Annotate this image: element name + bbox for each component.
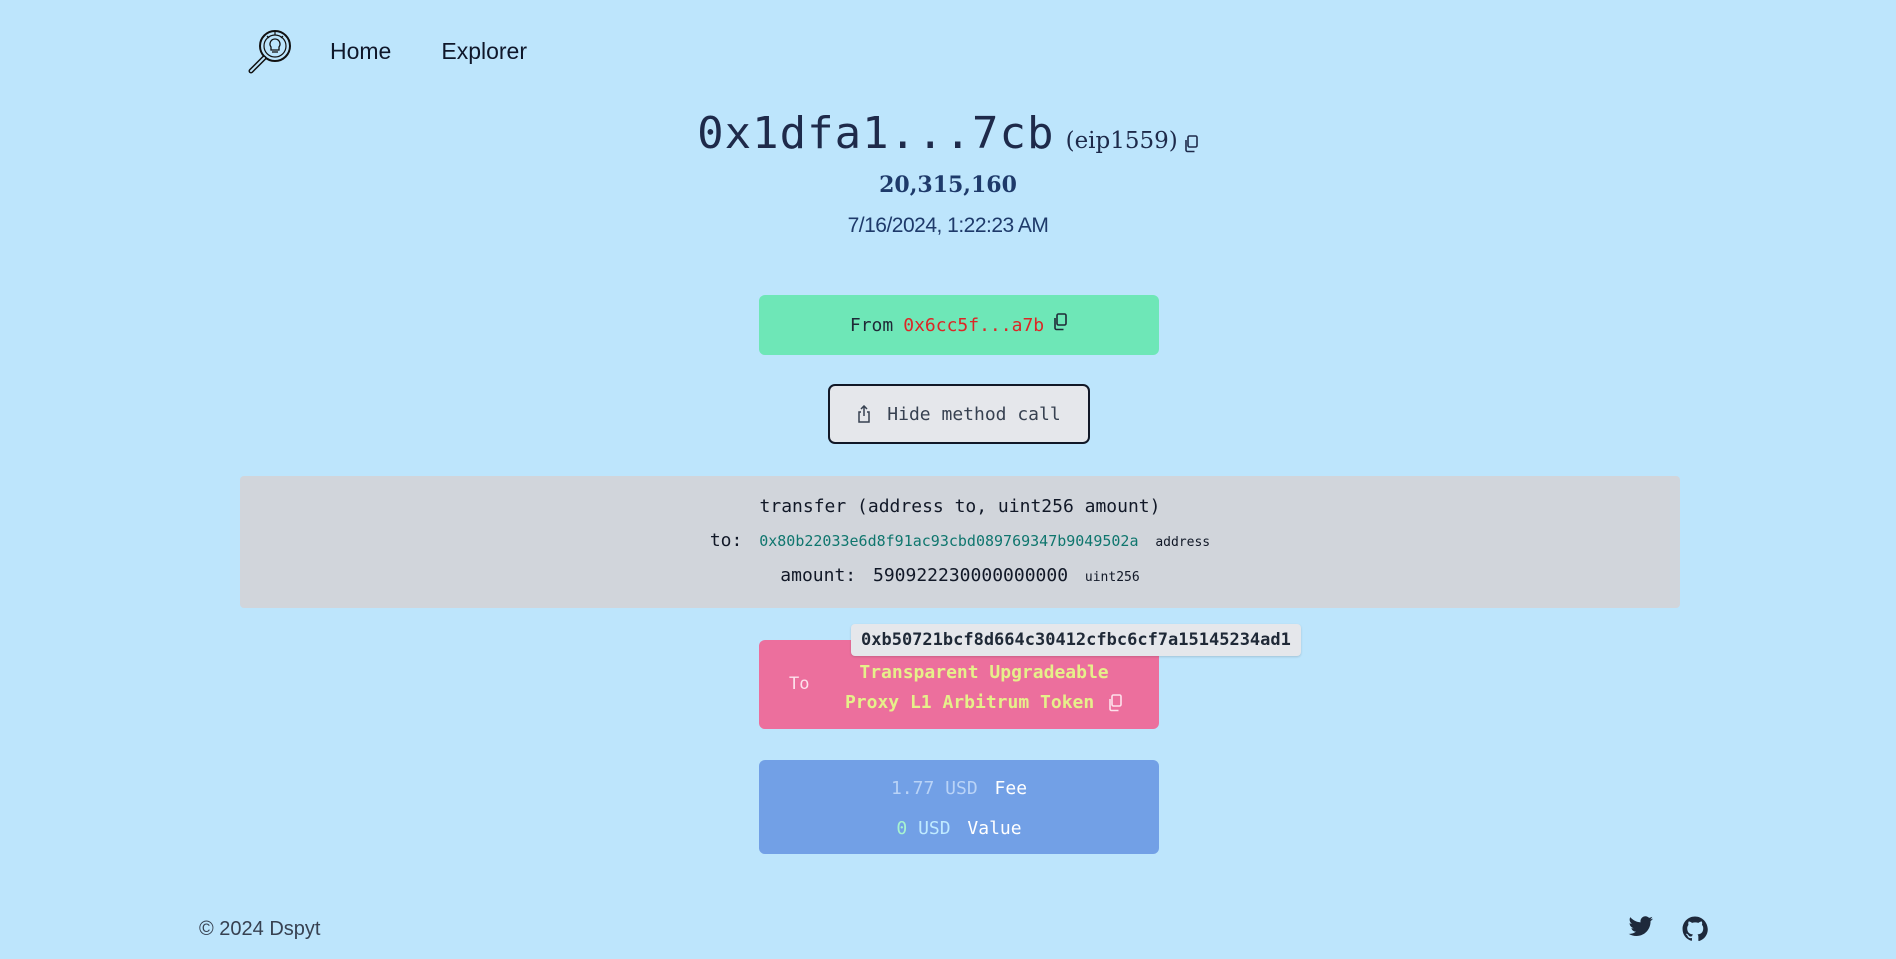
value-label: Value bbox=[967, 818, 1022, 839]
nav-home-link[interactable]: Home bbox=[330, 38, 391, 65]
nav-explorer-link[interactable]: Explorer bbox=[441, 38, 527, 65]
timestamp: 7/16/2024, 1:22:23 AM bbox=[847, 214, 1049, 237]
arg-type: uint256 bbox=[1084, 570, 1140, 585]
fee-label: Fee bbox=[994, 778, 1028, 799]
arg-value: 590922230000000000 bbox=[872, 565, 1069, 586]
to-contract-name[interactable]: Transparent Upgradeable Proxy L1 Arbitru… bbox=[829, 658, 1139, 718]
value-amount: 0 bbox=[896, 818, 908, 839]
hide-method-call-button[interactable]: Hide method call bbox=[828, 384, 1090, 444]
address-tooltip: 0xb50721bcf8d664c30412cfbc6cf7a15145234a… bbox=[851, 624, 1301, 656]
share-icon bbox=[858, 405, 871, 423]
method-signature: transfer (address to, uint256 amount) bbox=[759, 496, 1161, 517]
from-label: From bbox=[849, 314, 894, 336]
tx-title: 0x1dfa1...7cb (eip1559) bbox=[0, 108, 1896, 159]
arg-name: amount: bbox=[780, 565, 857, 586]
copy-icon[interactable] bbox=[1052, 313, 1068, 331]
github-icon[interactable] bbox=[1682, 916, 1708, 942]
from-address[interactable]: 0x6cc5f...a7b bbox=[903, 315, 1044, 336]
arg-type: address bbox=[1155, 535, 1211, 550]
hide-method-call-label: Hide method call bbox=[887, 403, 1061, 425]
method-arg-row: amount: 590922230000000000 uint256 bbox=[240, 565, 1680, 586]
tx-type: (eip1559) bbox=[1065, 128, 1178, 154]
copy-icon[interactable] bbox=[1183, 134, 1199, 153]
magnifier-logo-icon[interactable] bbox=[246, 26, 294, 76]
footer-social bbox=[1628, 916, 1708, 942]
fee-value-box: 1.77 USD Fee 0 USD Value bbox=[759, 760, 1159, 854]
footer-copyright: © 2024 Dspyt bbox=[199, 918, 321, 940]
copy-icon[interactable] bbox=[1107, 694, 1123, 712]
twitter-icon[interactable] bbox=[1628, 916, 1654, 938]
value-row: 0 USD Value bbox=[759, 818, 1159, 839]
top-nav: Home Explorer bbox=[246, 26, 577, 76]
fee-currency: USD bbox=[945, 778, 978, 799]
to-label: To bbox=[789, 674, 810, 694]
block-number[interactable]: 20,315,160 bbox=[0, 172, 1896, 198]
method-call-panel: transfer (address to, uint256 amount) to… bbox=[240, 476, 1680, 608]
arg-value[interactable]: 0x80b22033e6d8f91ac93cbd089769347b904950… bbox=[759, 532, 1138, 550]
method-arg-row: to: 0x80b22033e6d8f91ac93cbd089769347b90… bbox=[240, 530, 1680, 551]
value-currency: USD bbox=[918, 818, 951, 839]
fee-row: 1.77 USD Fee bbox=[759, 778, 1159, 799]
tx-hash: 0x1dfa1...7cb bbox=[697, 108, 1055, 159]
from-box: From 0x6cc5f...a7b bbox=[759, 295, 1159, 355]
arg-name: to: bbox=[709, 530, 743, 551]
to-name-line: Transparent Upgradeable bbox=[859, 662, 1109, 683]
to-name-line-2: Proxy L1 Arbitrum Token bbox=[829, 688, 1139, 718]
fee-amount: 1.77 bbox=[890, 778, 935, 799]
